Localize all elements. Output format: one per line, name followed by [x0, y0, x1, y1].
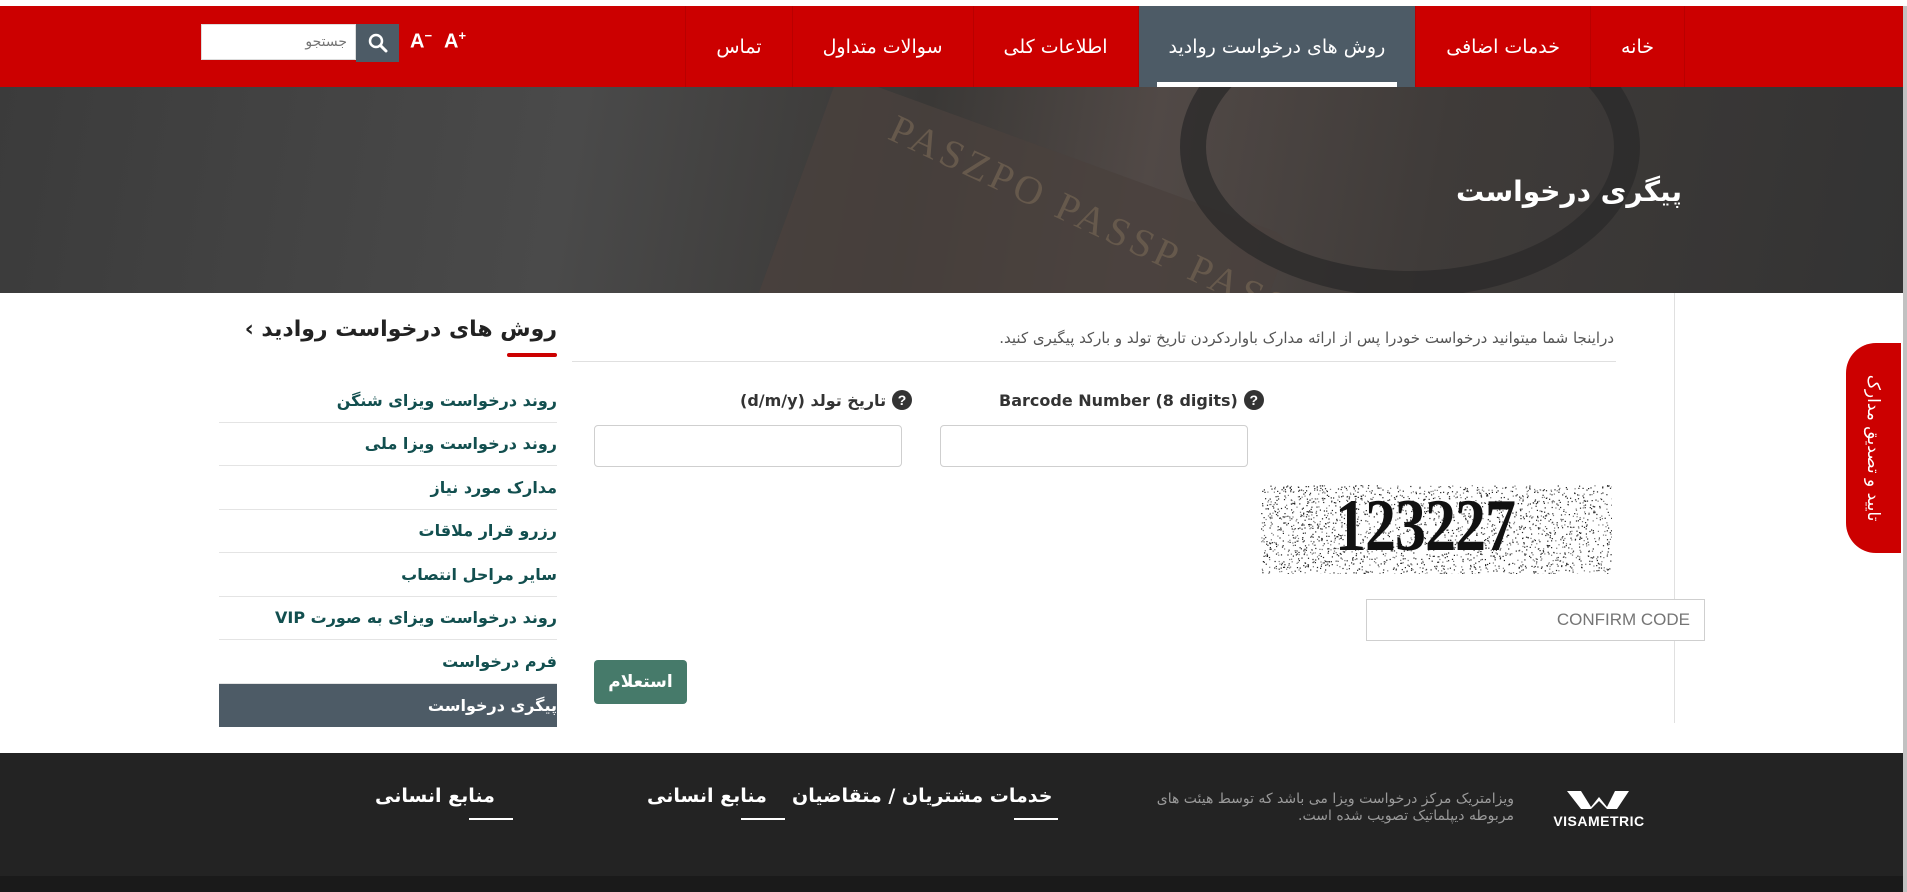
document-verification-tab-label: تایید و تصدیق مدارک: [1863, 374, 1884, 522]
captcha-text: 123227: [1335, 485, 1516, 567]
font-decrease-button[interactable]: A−: [410, 28, 432, 54]
footer-bottom-bar: [0, 876, 1903, 892]
visametric-logo-text: VISAMETRIC: [1553, 813, 1645, 829]
visametric-logo-icon: [1567, 791, 1629, 809]
font-decrease-label: A: [410, 30, 425, 53]
font-increase-sign: +: [458, 28, 467, 43]
nav-menu: خانه خدمات اضافی روش های درخواست روادید …: [685, 6, 1685, 87]
footer-heading-underline: [469, 818, 513, 820]
font-decrease-sign: −: [424, 28, 433, 43]
footer-description: ویزامتریک مرکز درخواست ویزا می باشد که ت…: [1156, 791, 1514, 824]
footer-heading-human-resources-2: منابع انسانی: [375, 785, 495, 807]
form-intro-text: دراینجا شما میتوانید درخواست خودرا پس از…: [999, 329, 1614, 347]
footer-heading-underline: [1014, 818, 1058, 820]
confirm-code-input[interactable]: [1366, 599, 1705, 641]
content-divider: [1674, 293, 1675, 723]
page-title: پیگری درخواست: [1455, 175, 1682, 208]
visametric-logo[interactable]: VISAMETRIC: [1553, 789, 1645, 829]
hero-banner: PASZPO PASSP PASSE پیگری درخواست: [0, 87, 1903, 293]
inquiry-submit-button[interactable]: استعلام: [594, 660, 687, 704]
nav-item-home[interactable]: خانه: [1589, 6, 1685, 87]
search-box: [201, 24, 399, 62]
search-button[interactable]: [356, 24, 399, 62]
footer-heading-underline: [741, 818, 785, 820]
intro-divider: [572, 361, 1616, 362]
sidebar-item-vip-visa[interactable]: روند درخواست ویزای به صورت VIP: [219, 597, 557, 640]
sidebar-item-other-steps[interactable]: سایر مراحل انتصاب: [219, 553, 557, 597]
barcode-label: ? Barcode Number (8 digits): [999, 390, 1264, 410]
birth-date-field[interactable]: [594, 425, 902, 467]
sidebar-item-track-application[interactable]: پیگری درخواست: [219, 683, 557, 727]
page-scrollbar[interactable]: [1903, 6, 1907, 892]
sidebar-item-national-visa[interactable]: روند درخواست ویزا ملی: [219, 423, 557, 466]
dob-label-text: تاریخ تولد (d/m/y): [740, 390, 887, 410]
document-verification-tab[interactable]: تایید و تصدیق مدارک: [1846, 343, 1901, 553]
nav-item-general-info[interactable]: اطلاعات کلی: [972, 6, 1138, 87]
sidebar-item-required-documents[interactable]: مدارک مورد نیاز: [219, 466, 557, 510]
footer-heading-human-resources: منابع انسانی: [647, 785, 767, 807]
search-input[interactable]: [201, 24, 356, 60]
search-icon: [368, 33, 387, 53]
nav-item-visa-methods[interactable]: روش های درخواست روادید: [1137, 6, 1416, 87]
help-icon[interactable]: ?: [1243, 390, 1264, 410]
sidebar-item-application-form[interactable]: فرم درخواست: [219, 640, 557, 684]
barcode-label-text: Barcode Number (8 digits): [999, 390, 1238, 410]
footer: VISAMETRIC ویزامتریک مرکز درخواست ویزا م…: [0, 753, 1903, 876]
font-increase-label: A: [444, 30, 459, 53]
sidebar-item-schengen-visa[interactable]: روند درخواست ویزای شنگن: [219, 379, 557, 423]
nav-item-faq[interactable]: سوالات متداول: [791, 6, 973, 87]
sidebar-list: روند درخواست ویزای شنگن روند درخواست ویز…: [219, 379, 557, 727]
captcha-image: 123227: [1261, 485, 1612, 574]
nav-item-contact[interactable]: تماس: [685, 6, 791, 87]
font-increase-button[interactable]: A+: [444, 28, 466, 54]
sidebar-title-underline: [507, 353, 557, 357]
dob-label: ? تاریخ تولد (d/m/y): [740, 390, 913, 410]
barcode-field[interactable]: [940, 425, 1248, 467]
footer-heading-customer-services: خدمات مشتریان / متقاضیان: [792, 785, 1053, 807]
main-navbar: خانه خدمات اضافی روش های درخواست روادید …: [0, 6, 1903, 87]
help-icon[interactable]: ?: [892, 390, 913, 410]
nav-item-additional-services[interactable]: خدمات اضافی: [1415, 6, 1590, 87]
sidebar-item-book-appointment[interactable]: رزرو قرار ملاقات: [219, 510, 557, 553]
sidebar-title[interactable]: روش های درخواست روادید ›: [245, 317, 557, 342]
